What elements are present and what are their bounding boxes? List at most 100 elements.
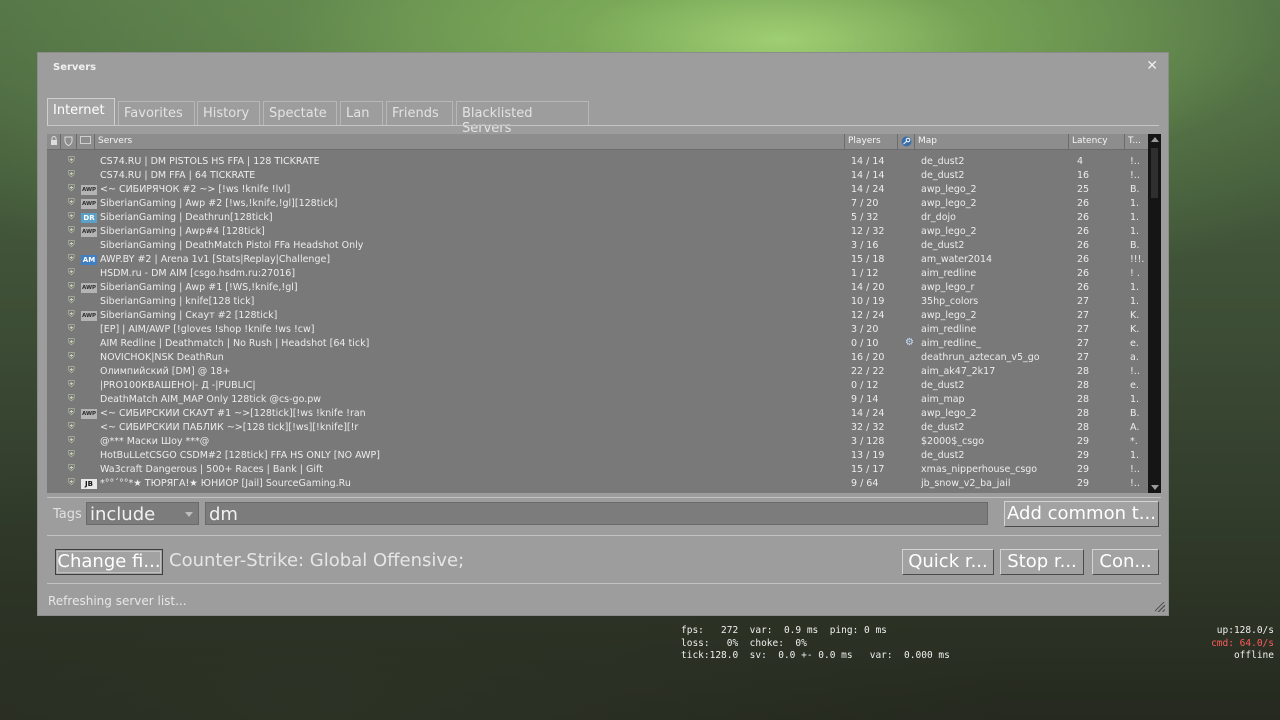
tags-value: 1. [1130,450,1140,461]
player-count: 14 / 24 [851,184,885,195]
server-row[interactable]: ⛨ @*** Маски Шоу ***@ 3 / 128 $2000$_csgo 29… [47,435,1147,449]
map-name: awp_lego_2 [921,408,977,419]
scroll-up-icon[interactable] [1151,137,1159,142]
server-row[interactable]: ⛨ [EP] | AIM/AWP [!gloves !shop !knife !w… [47,323,1147,337]
map-name: de_dust2 [921,240,965,251]
server-row[interactable]: ⛨ SiberianGaming | knife[128 tick] 10 / 19… [47,295,1147,309]
tags-value: !.. [1130,478,1140,489]
vac-shield-icon: ⛨ [68,240,75,250]
player-count: 15 / 18 [851,254,885,265]
netgraph-line: fps: 272 var: 0.9 ms ping: 0 ms [681,625,887,636]
player-count: 5 / 32 [851,212,879,223]
server-row[interactable]: ⛨ AWP <~ СИБИРЯЧОК #2 ~> [!ws !knife !lvl]… [47,183,1147,197]
tags-value: K. [1130,324,1140,335]
vac-shield-icon: ⛨ [68,254,75,264]
server-row[interactable]: ⛨ AM AWP.BY #2 | Arena 1v1 [Stats|Replay|C… [47,253,1147,267]
server-list[interactable]: Servers Players Map Latency T... ⛨ CS74.R… [47,134,1161,493]
latency-value: 29 [1077,450,1090,461]
col-vac[interactable] [61,134,77,149]
server-row[interactable]: ⛨ AWP <~ СИБИРСКИЙ СКАУТ #1 ~>[128tick][!w… [47,407,1147,421]
vac-shield-icon: ⛨ [68,478,75,488]
vac-shield-icon: ⛨ [68,324,75,334]
vac-shield-icon: ⛨ [68,184,75,194]
tags-value: B. [1130,408,1140,419]
vac-shield-icon: ⛨ [68,268,75,278]
tags-input[interactable]: dm [205,502,988,525]
latency-value: 26 [1077,268,1090,279]
server-row[interactable]: ⛨ NOVICHOK|NSK DeathRun 16 / 20 deathrun_az… [47,351,1147,365]
col-latency[interactable]: Latency [1069,134,1125,149]
server-row[interactable]: ⛨ HotBuLLetCSGO CSDM#2 [128tick] FFA HS O… [47,449,1147,463]
server-row[interactable]: ⛨ <~ СИБИРСКИЙ ПАБЛИК ~>[128 tick][!ws][!… [47,421,1147,435]
netgraph-line: loss: 0% choke: 0% [681,637,807,649]
col-tags[interactable]: T... [1125,134,1148,149]
map-name: awp_lego_2 [921,226,977,237]
tab-lan[interactable]: Lan [340,101,383,125]
add-common-tags-button[interactable]: Add common t... [1004,501,1159,527]
map-name: aim_redline [921,324,977,335]
divider [47,497,1161,498]
server-row[interactable]: ⛨ AWP SiberianGaming | Awp#4 [128tick] 12 /… [47,225,1147,239]
tab-favorites[interactable]: Favorites [118,101,195,125]
tags-mode-select[interactable]: include [86,502,199,525]
map-name: de_dust2 [921,156,965,167]
server-row[interactable]: ⛨ AIM Redline | Deathmatch | No Rush | He… [47,337,1147,351]
server-awp-icon: AWP [81,283,97,293]
map-name: aim_map [921,394,965,405]
scroll-down-icon[interactable] [1151,485,1159,490]
change-filters-button[interactable]: Change fi... [55,549,163,575]
server-row[interactable]: ⛨ CS74.RU | DM FFA | 64 TICKRATE 14 / 14 de… [47,169,1147,183]
divider [47,535,1161,536]
tab-friends[interactable]: Friends [386,101,453,125]
server-row[interactable]: ⛨ JB *°°´°°*★ ТЮРЯГА!★ ЮНИОР [Jail] Source… [47,477,1147,491]
col-bots[interactable] [898,134,915,149]
server-row[interactable]: ⛨ AWP SiberianGaming | Awp #2 [!ws,!knife,… [47,197,1147,211]
tags-value: 1. [1130,282,1140,293]
tags-value: 1. [1130,212,1140,223]
quick-refresh-button[interactable]: Quick r... [902,549,994,575]
server-row[interactable]: ⛨ Wa3craft Dangerous | 500+ Races | Bank … [47,463,1147,477]
server-name: |PRO100КВАШЕНО|- Д -|PUBLIC| [100,380,256,391]
server-name: Wa3craft Dangerous | 500+ Races | Bank |… [100,464,323,475]
tab-blacklisted-servers[interactable]: Blacklisted Servers [456,101,589,136]
tab-spectate[interactable]: Spectate [263,101,337,125]
server-name: SiberianGaming | Deathrun[128tick] [100,212,273,223]
cmd-rate: cmd: 64.0/s [1211,637,1274,649]
col-servers[interactable]: Servers [95,134,845,149]
tab-internet[interactable]: Internet [47,98,115,125]
map-name: awp_lego_2 [921,184,977,195]
tags-mode-value: include [90,504,156,525]
latency-value: 28 [1077,422,1090,433]
col-icon[interactable] [77,134,95,149]
server-row[interactable]: ⛨ |PRO100КВАШЕНО|- Д -|PUBLIC| 0 / 12 de_du… [47,379,1147,393]
col-players[interactable]: Players [845,134,898,149]
server-row[interactable]: ⛨ AWP SiberianGaming | Awp #1 [!WS,!knife,… [47,281,1147,295]
scrollbar[interactable] [1148,134,1161,493]
tab-history[interactable]: History [197,101,260,125]
tags-value: K. [1130,310,1140,321]
latency-value: 4 [1077,156,1084,167]
col-map[interactable]: Map [915,134,1069,149]
server-row[interactable]: ⛨ SiberianGaming | DeathMatch Pistol FFa … [47,239,1147,253]
player-count: 3 / 20 [851,324,879,335]
server-row[interactable]: ⛨ Олимпийский [DM] @ 18+ 22 / 22 aim_ak47_2… [47,365,1147,379]
resize-grip-icon[interactable] [1155,602,1165,612]
vac-shield-icon: ⛨ [68,422,75,432]
map-name: aim_redline_ [921,338,981,349]
server-row[interactable]: ⛨ HSDM.ru - DM AIM [csgo.hsdm.ru:27016] 1 … [47,267,1147,281]
player-count: 1 / 12 [851,268,879,279]
server-am-icon: AM [81,255,97,265]
latency-value: 16 [1077,170,1090,181]
player-count: 15 / 17 [851,464,885,475]
close-icon[interactable]: ✕ [1146,58,1158,74]
server-row[interactable]: ⛨ AWP SiberianGaming | Скаут #2 [128tick] 1… [47,309,1147,323]
server-row[interactable]: ⛨ DR SiberianGaming | Deathrun[128tick] 5 /… [47,211,1147,225]
server-row[interactable]: ⛨ DeathMatch AIM_MAP Only 128tick @cs-go.… [47,393,1147,407]
scroll-thumb[interactable] [1151,148,1158,198]
connect-button[interactable]: Con... [1092,549,1159,575]
divider [47,583,1161,584]
tags-value: B. [1130,184,1140,195]
col-password[interactable] [47,134,61,149]
server-row[interactable]: ⛨ CS74.RU | DM PISTOLS HS FFA | 128 TICKR… [47,155,1147,169]
stop-refresh-button[interactable]: Stop r... [1000,549,1084,575]
